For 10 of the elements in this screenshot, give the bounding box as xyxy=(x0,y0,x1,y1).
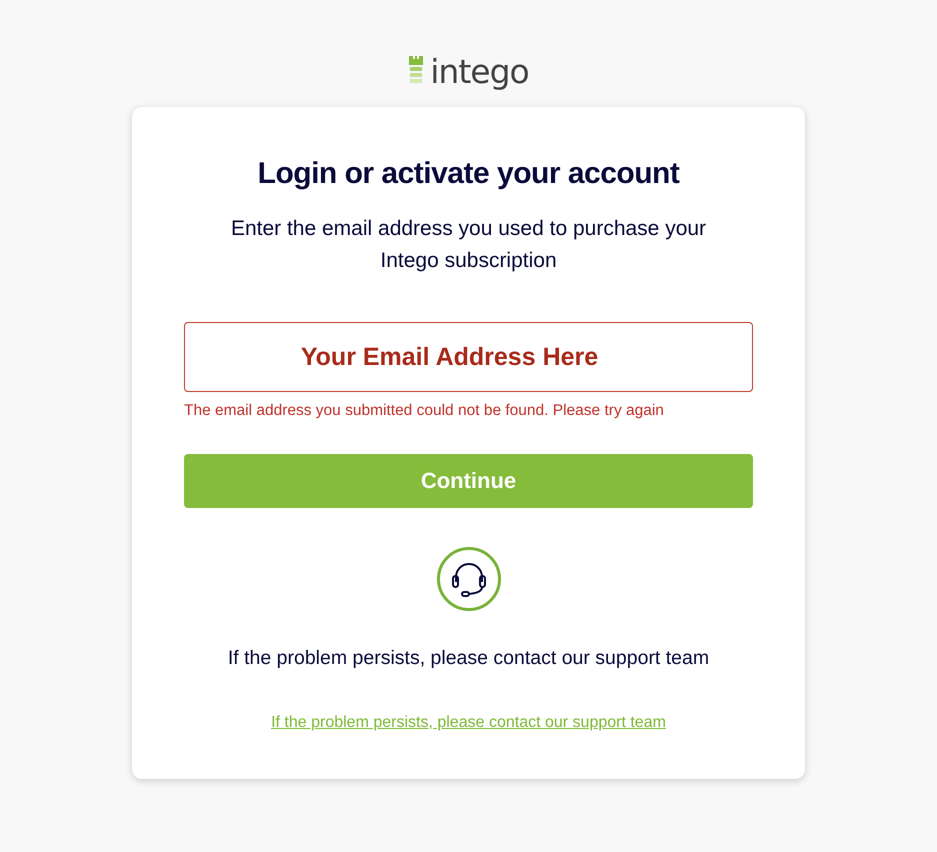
support-text: If the problem persists, please contact our support team xyxy=(228,647,710,670)
email-field[interactable]: Your Email Address Here xyxy=(184,322,753,392)
continue-button[interactable]: Continue xyxy=(184,454,753,508)
error-message: The email address you submitted could not be found. Please try again xyxy=(184,402,664,420)
logo-text: intego xyxy=(430,54,529,88)
tower-icon xyxy=(408,56,424,86)
headset-icon xyxy=(436,547,500,611)
card-title: Login or activate your account xyxy=(258,157,680,191)
support-link[interactable]: If the problem persists, please contact our support team xyxy=(271,714,666,732)
card-subtitle: Enter the email address you used to purchase your Intego subscription xyxy=(230,216,708,274)
